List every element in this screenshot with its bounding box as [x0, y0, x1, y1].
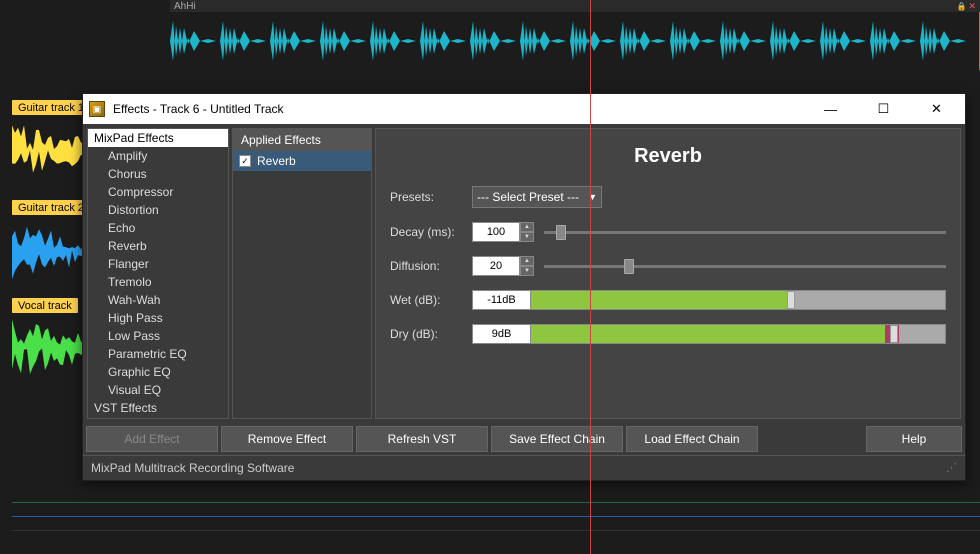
app-icon: ▣ — [89, 101, 105, 117]
diffusion-spinner[interactable]: ▲▼ — [472, 256, 534, 276]
tree-item-tremolo[interactable]: Tremolo — [88, 273, 228, 291]
lock-icon: 🔒 — [956, 2, 966, 11]
applied-effects-panel: Applied Effects ✓ Reverb — [232, 128, 372, 419]
applied-effect-label: Reverb — [257, 154, 296, 168]
playhead[interactable] — [590, 0, 591, 554]
diffusion-down[interactable]: ▼ — [520, 266, 534, 276]
save-chain-button[interactable]: Save Effect Chain — [491, 426, 623, 452]
applied-effect-reverb[interactable]: ✓ Reverb — [233, 151, 371, 171]
remove-effect-button[interactable]: Remove Effect — [221, 426, 353, 452]
tree-root-mixpad[interactable]: MixPad Effects — [88, 129, 228, 147]
status-text: MixPad Multitrack Recording Software — [91, 461, 294, 475]
tree-item-high-pass[interactable]: High Pass — [88, 309, 228, 327]
clip-close-icon[interactable]: ✕ — [968, 1, 976, 12]
tree-item-flanger[interactable]: Flanger — [88, 255, 228, 273]
dry-label: Dry (dB): — [390, 327, 462, 341]
clip-header: AhHi 🔒 ✕ — [170, 0, 980, 12]
diffusion-input[interactable] — [472, 256, 520, 276]
tree-item-parametric-eq[interactable]: Parametric EQ — [88, 345, 228, 363]
decay-slider[interactable] — [544, 222, 946, 242]
tree-item-amplify[interactable]: Amplify — [88, 147, 228, 165]
resize-grip[interactable]: ⋰ — [946, 461, 957, 475]
decay-spinner[interactable]: ▲▼ — [472, 222, 534, 242]
titlebar[interactable]: ▣ Effects - Track 6 - Untitled Track — ☐… — [83, 94, 965, 124]
effect-editor-panel: Reverb Presets: --- Select Preset --- ▼ … — [375, 128, 961, 419]
dry-value: 9dB — [473, 325, 531, 343]
applied-effect-checkbox[interactable]: ✓ — [239, 155, 251, 167]
dialog-footer: Add Effect Remove Effect Refresh VST Sav… — [83, 423, 965, 455]
dry-handle[interactable] — [890, 325, 898, 343]
add-effect-button[interactable]: Add Effect — [86, 426, 218, 452]
decay-input[interactable] — [472, 222, 520, 242]
wet-value: -11dB — [473, 291, 531, 309]
tree-item-compressor[interactable]: Compressor — [88, 183, 228, 201]
tree-item-reverb[interactable]: Reverb — [88, 237, 228, 255]
decay-down[interactable]: ▼ — [520, 232, 534, 242]
effects-tree[interactable]: MixPad Effects AmplifyChorusCompressorDi… — [87, 128, 229, 419]
tree-item-chorus[interactable]: Chorus — [88, 165, 228, 183]
track-label-1[interactable]: Guitar track 2 — [12, 200, 90, 215]
presets-label: Presets: — [390, 190, 462, 204]
applied-effects-header: Applied Effects — [233, 129, 371, 151]
tree-item-visual-eq[interactable]: Visual EQ — [88, 381, 228, 399]
wet-label: Wet (dB): — [390, 293, 462, 307]
diffusion-slider-thumb[interactable] — [624, 259, 634, 274]
close-button[interactable]: ✕ — [914, 95, 959, 123]
wet-slider[interactable]: -11dB — [472, 290, 946, 310]
dry-slider[interactable]: 9dB — [472, 324, 946, 344]
help-button[interactable]: Help — [866, 426, 962, 452]
tree-item-wah-wah[interactable]: Wah-Wah — [88, 291, 228, 309]
timeline-area — [0, 492, 980, 554]
tree-root-vst[interactable]: VST Effects — [88, 399, 228, 417]
decay-up[interactable]: ▲ — [520, 222, 534, 232]
tree-item-low-pass[interactable]: Low Pass — [88, 327, 228, 345]
maximize-button[interactable]: ☐ — [861, 95, 906, 123]
diffusion-up[interactable]: ▲ — [520, 256, 534, 266]
load-chain-button[interactable]: Load Effect Chain — [626, 426, 758, 452]
tree-item-echo[interactable]: Echo — [88, 219, 228, 237]
clip-waveform — [170, 12, 980, 70]
track-label-2[interactable]: Vocal track — [12, 298, 78, 313]
decay-label: Decay (ms): — [390, 225, 462, 239]
effect-title: Reverb — [390, 145, 946, 168]
track-label-0[interactable]: Guitar track 1 — [12, 100, 90, 115]
statusbar: MixPad Multitrack Recording Software ⋰ — [83, 455, 965, 480]
wet-handle[interactable] — [787, 291, 795, 309]
tree-item-distortion[interactable]: Distortion — [88, 201, 228, 219]
refresh-vst-button[interactable]: Refresh VST — [356, 426, 488, 452]
window-title: Effects - Track 6 - Untitled Track — [113, 102, 800, 116]
preset-dropdown[interactable]: --- Select Preset --- ▼ — [472, 186, 602, 208]
effects-dialog: ▣ Effects - Track 6 - Untitled Track — ☐… — [82, 93, 966, 481]
decay-slider-thumb[interactable] — [556, 225, 566, 240]
clip-name: AhHi — [174, 1, 196, 12]
diffusion-slider[interactable] — [544, 256, 946, 276]
minimize-button[interactable]: — — [808, 95, 853, 123]
preset-value: --- Select Preset --- — [477, 190, 579, 204]
diffusion-label: Diffusion: — [390, 259, 462, 273]
tree-item-graphic-eq[interactable]: Graphic EQ — [88, 363, 228, 381]
